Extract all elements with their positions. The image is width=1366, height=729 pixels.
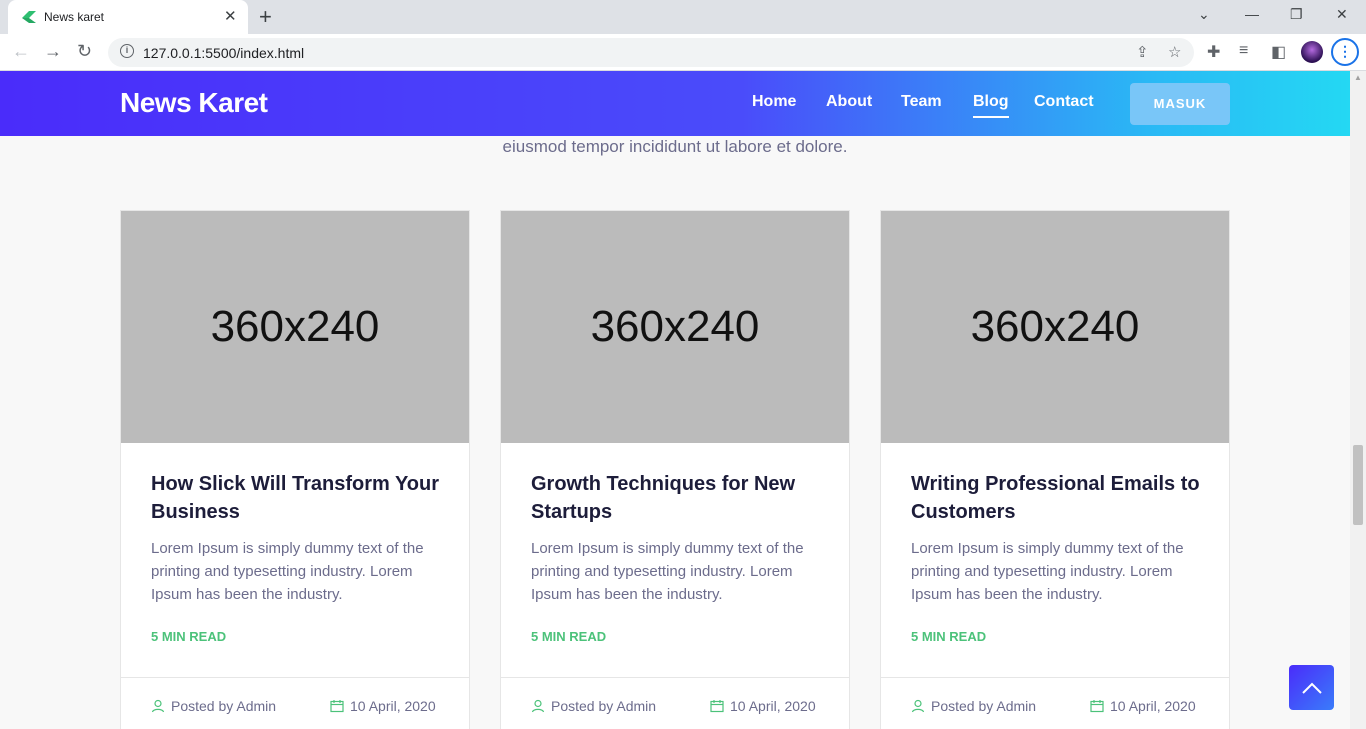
post-date: 10 April, 2020	[710, 698, 816, 714]
browser-menu-icon[interactable]: ⋮	[1331, 38, 1359, 66]
card-divider	[121, 677, 469, 678]
side-panel-icon[interactable]: ◧	[1271, 42, 1286, 62]
nav-home[interactable]: Home	[752, 93, 796, 111]
close-window-icon[interactable]: ✕	[1336, 6, 1348, 23]
back-icon[interactable]: ←	[12, 41, 30, 62]
site-logo[interactable]: News Karet	[120, 87, 268, 119]
post-thumbnail[interactable]: 360x240	[121, 211, 469, 443]
forward-icon[interactable]: →	[44, 41, 62, 62]
extensions-icon[interactable]: ✚	[1207, 42, 1220, 62]
post-author: Posted by Admin	[911, 698, 1036, 714]
post-author-label: Posted by Admin	[551, 698, 657, 714]
post-thumbnail[interactable]: 360x240	[881, 211, 1229, 443]
calendar-icon	[1090, 700, 1104, 713]
close-tab-icon[interactable]: ✕	[224, 7, 237, 25]
post-date: 10 April, 2020	[1090, 698, 1196, 714]
user-icon	[911, 699, 925, 713]
user-icon	[151, 699, 165, 713]
blog-card: 360x240 How Slick Will Transform Your Bu…	[120, 210, 470, 729]
post-author: Posted by Admin	[151, 698, 276, 714]
nav-team[interactable]: Team	[901, 93, 942, 111]
blog-card: 360x240 Writing Professional Emails to C…	[880, 210, 1230, 729]
tab-title: News karet	[44, 10, 105, 24]
reload-icon[interactable]: ↻	[77, 41, 92, 62]
restore-icon[interactable]: ❐	[1290, 6, 1303, 23]
share-icon[interactable]: ⇪	[1136, 43, 1149, 61]
post-author-label: Posted by Admin	[171, 698, 277, 714]
browser-toolbar: ← → ↻ i 127.0.0.1:5500/index.html ⇪ ☆ ✚ …	[0, 34, 1366, 71]
nav-contact[interactable]: Contact	[1034, 93, 1094, 111]
nav-about[interactable]: About	[826, 93, 872, 111]
post-author: Posted by Admin	[531, 698, 656, 714]
bookmark-star-icon[interactable]: ☆	[1168, 43, 1181, 61]
post-excerpt: Lorem Ipsum is simply dummy text of the …	[911, 540, 1184, 603]
post-title[interactable]: Growth Techniques for New Startups	[531, 470, 821, 526]
card-divider	[881, 677, 1229, 678]
scrollbar-thumb[interactable]	[1353, 445, 1363, 525]
page-scrollbar[interactable]: ▲	[1350, 71, 1366, 729]
scroll-up-arrow-icon[interactable]: ▲	[1354, 73, 1362, 82]
new-tab-icon[interactable]: +	[259, 4, 272, 30]
user-icon	[531, 699, 545, 713]
card-divider	[501, 677, 849, 678]
tab-search-icon[interactable]: ⌄	[1198, 6, 1210, 23]
calendar-icon	[710, 700, 724, 713]
address-url[interactable]: 127.0.0.1:5500/index.html	[143, 45, 304, 61]
profile-avatar[interactable]	[1301, 41, 1323, 63]
login-button[interactable]: MASUK	[1130, 83, 1230, 125]
post-thumbnail[interactable]: 360x240	[501, 211, 849, 443]
address-bar[interactable]: i 127.0.0.1:5500/index.html ⇪ ☆	[108, 38, 1194, 67]
calendar-icon	[330, 700, 344, 713]
nav-blog[interactable]: Blog	[973, 93, 1009, 118]
minimize-icon[interactable]: —	[1245, 6, 1259, 22]
post-date: 10 April, 2020	[330, 698, 436, 714]
read-time-link[interactable]: 5 MIN READ	[911, 629, 986, 644]
read-time-link[interactable]: 5 MIN READ	[151, 629, 226, 644]
post-title[interactable]: Writing Professional Emails to Customers	[911, 470, 1201, 526]
chevron-up-icon	[1301, 682, 1322, 694]
browser-tab[interactable]: News karet ✕	[8, 0, 248, 34]
post-excerpt: Lorem Ipsum is simply dummy text of the …	[151, 540, 424, 603]
media-queue-icon[interactable]: ≡	[1239, 42, 1248, 60]
site-favicon-icon	[22, 11, 36, 23]
blog-card: 360x240 Growth Techniques for New Startu…	[500, 210, 850, 729]
back-to-top-button[interactable]	[1289, 665, 1334, 710]
browser-tab-bar: News karet ✕ + ⌄ — ❐ ✕	[0, 0, 1366, 34]
post-date-label: 10 April, 2020	[730, 698, 816, 714]
section-intro-text: eiusmod tempor incididunt ut labore et d…	[502, 137, 848, 156]
read-time-link[interactable]: 5 MIN READ	[531, 629, 606, 644]
site-info-icon[interactable]: i	[120, 44, 134, 58]
post-date-label: 10 April, 2020	[1110, 698, 1196, 714]
post-title[interactable]: How Slick Will Transform Your Business	[151, 470, 441, 526]
post-author-label: Posted by Admin	[931, 698, 1037, 714]
site-header: News Karet Home About Team Blog Contact …	[0, 71, 1350, 136]
post-date-label: 10 April, 2020	[350, 698, 436, 714]
post-excerpt: Lorem Ipsum is simply dummy text of the …	[531, 540, 804, 603]
